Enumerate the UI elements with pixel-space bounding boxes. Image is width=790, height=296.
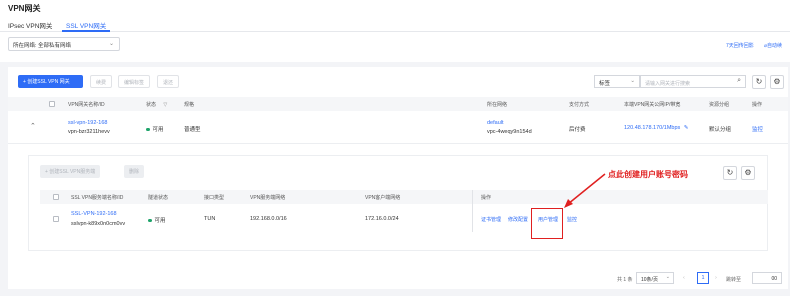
inner-refresh-icon[interactable]: ↻ bbox=[723, 166, 737, 180]
collapse-row-icon[interactable]: ⌃ bbox=[30, 122, 36, 130]
highlight-box bbox=[531, 208, 563, 239]
search-input[interactable]: 请输入网关进行搜索 ⌕ bbox=[640, 75, 746, 88]
return-button[interactable]: 退还 bbox=[157, 75, 180, 88]
gateway-name-link[interactable]: ssl-vpn-192-168 bbox=[68, 120, 107, 126]
auto-renew-label: 自动续 bbox=[767, 43, 783, 49]
tag-select[interactable]: 标签 ⌄ bbox=[594, 75, 640, 88]
chevron-down-icon: ⌄ bbox=[665, 274, 670, 280]
gateway-status: 可用 bbox=[146, 125, 164, 133]
gateway-spec: 普通型 bbox=[184, 127, 201, 133]
inner-settings-icon[interactable]: ⚙ bbox=[741, 166, 755, 180]
page-title: VPN网关 bbox=[8, 4, 41, 13]
free-trial-link[interactable]: 7天回传回影 bbox=[726, 42, 754, 49]
total-count: 共 1 条 bbox=[617, 277, 633, 283]
auto-renew-link[interactable]: ⌀自动续 bbox=[764, 42, 782, 49]
user-manage-link[interactable]: 用户管理 bbox=[538, 216, 558, 223]
filter-icon[interactable]: ▽ bbox=[163, 102, 167, 108]
edit-tags-button[interactable]: 编辑标签 bbox=[118, 75, 151, 88]
create-ssl-vpn-gateway-button[interactable]: + 创建SSL VPN 网关 bbox=[18, 75, 83, 88]
server-network: 192.168.0.0/16 bbox=[250, 216, 287, 222]
network-id: vpc-4weqy9n154d bbox=[487, 129, 532, 135]
payment-method: 后付费 bbox=[569, 127, 586, 133]
active-tab-indicator bbox=[62, 30, 110, 32]
page-size-select[interactable]: 10条/页 ⌄ bbox=[636, 272, 674, 284]
th-network: 所在网络 bbox=[487, 102, 508, 108]
annotation-text: 点此创建用户账号密码 bbox=[608, 170, 688, 179]
tab-ipsec-vpn[interactable]: IPsec VPN网关 bbox=[8, 20, 52, 30]
th-server-name: SSL VPN服务端名称/ID bbox=[71, 195, 124, 201]
resource-group: 默认分组 bbox=[709, 127, 732, 133]
create-ssl-server-button[interactable]: + 创建SSL VPN服务端 bbox=[40, 165, 101, 178]
network-filter-select[interactable]: 所在网络: 全部私有网络 ⌄ bbox=[8, 37, 120, 51]
gateway-id: vpn-bzr3211hevv bbox=[68, 129, 110, 135]
column-divider bbox=[472, 190, 473, 204]
th-inner-actions: 操作 bbox=[481, 195, 492, 201]
th-spec: 规格 bbox=[184, 102, 195, 108]
ip-bandwidth-label: 120.48.178.170/1Mbps bbox=[624, 125, 681, 131]
server-name-link[interactable]: SSL-VPN-192-168 bbox=[71, 211, 117, 217]
client-network: 172.16.0.0/24 bbox=[365, 216, 399, 222]
jump-label: 跳转至 bbox=[726, 277, 742, 283]
tabs-divider bbox=[0, 31, 790, 32]
th-actions: 操作 bbox=[752, 102, 763, 108]
interface-type: TUN bbox=[204, 216, 216, 222]
tunnel-status-label: 可用 bbox=[154, 218, 166, 224]
cert-manage-link[interactable]: 证书管理 bbox=[481, 216, 501, 223]
th-status[interactable]: 状态 ▽ bbox=[146, 101, 167, 108]
refresh-icon[interactable]: ↻ bbox=[752, 75, 766, 89]
server-monitor-link[interactable]: 监控 bbox=[567, 216, 577, 223]
edit-config-link[interactable]: 修改配置 bbox=[508, 216, 528, 223]
page-number-current[interactable]: 1 bbox=[697, 272, 709, 284]
search-placeholder: 请输入网关进行搜索 bbox=[645, 80, 691, 87]
tab-ssl-vpn[interactable]: SSL VPN网关 bbox=[66, 20, 106, 30]
renew-button[interactable]: 续费 bbox=[90, 75, 113, 88]
th-interface-type: 接口类型 bbox=[204, 195, 225, 201]
row-divider bbox=[8, 143, 788, 144]
network-filter-value: 所在网络: 全部私有网络 bbox=[13, 43, 72, 49]
th-status-label: 状态 bbox=[146, 102, 157, 108]
inner-select-all-checkbox[interactable] bbox=[53, 194, 59, 200]
network-name-link[interactable]: default bbox=[487, 120, 504, 126]
th-payment: 支付方式 bbox=[569, 102, 590, 108]
chevron-down-icon: ⌄ bbox=[108, 41, 114, 47]
th-server-network: VPN服务端网络 bbox=[250, 195, 286, 201]
annotation-arrow-icon bbox=[564, 173, 606, 208]
gateway-status-label: 可用 bbox=[152, 127, 164, 133]
settings-icon[interactable]: ⚙ bbox=[770, 75, 784, 89]
ip-bandwidth-value: 120.48.178.170/1Mbps ✎ bbox=[624, 125, 688, 131]
tunnel-status: 可用 bbox=[148, 216, 166, 224]
row-checkbox[interactable] bbox=[53, 216, 59, 222]
monitor-link[interactable]: 监控 bbox=[752, 125, 763, 133]
tag-select-label: 标签 bbox=[599, 81, 611, 87]
select-all-checkbox[interactable] bbox=[49, 101, 55, 107]
search-icon[interactable]: ⌕ bbox=[737, 77, 741, 85]
jump-page-input[interactable]: 00 bbox=[752, 272, 782, 284]
prev-page-icon[interactable]: ‹ bbox=[683, 275, 685, 281]
status-dot bbox=[148, 218, 152, 223]
th-resource-group: 资源分组 bbox=[709, 102, 730, 108]
server-id: sslvpn-k89x0n0cm0vv bbox=[71, 221, 126, 227]
th-gateway-name: VPN网关名称/ID bbox=[68, 102, 105, 108]
chevron-down-icon: ⌄ bbox=[630, 78, 635, 84]
page-size-value: 10条/页 bbox=[641, 277, 658, 283]
th-ip-bandwidth: 本端VPN网关公网IP/带宽 bbox=[624, 102, 681, 108]
status-dot bbox=[146, 127, 150, 132]
th-client-network: VPN客户端网络 bbox=[365, 195, 401, 201]
delete-server-button[interactable]: 删除 bbox=[124, 165, 145, 178]
edit-pencil-icon[interactable]: ✎ bbox=[684, 125, 689, 131]
next-page-icon[interactable]: › bbox=[715, 275, 717, 281]
column-divider bbox=[472, 204, 473, 232]
th-tunnel-status: 隧道状态 bbox=[148, 195, 169, 201]
